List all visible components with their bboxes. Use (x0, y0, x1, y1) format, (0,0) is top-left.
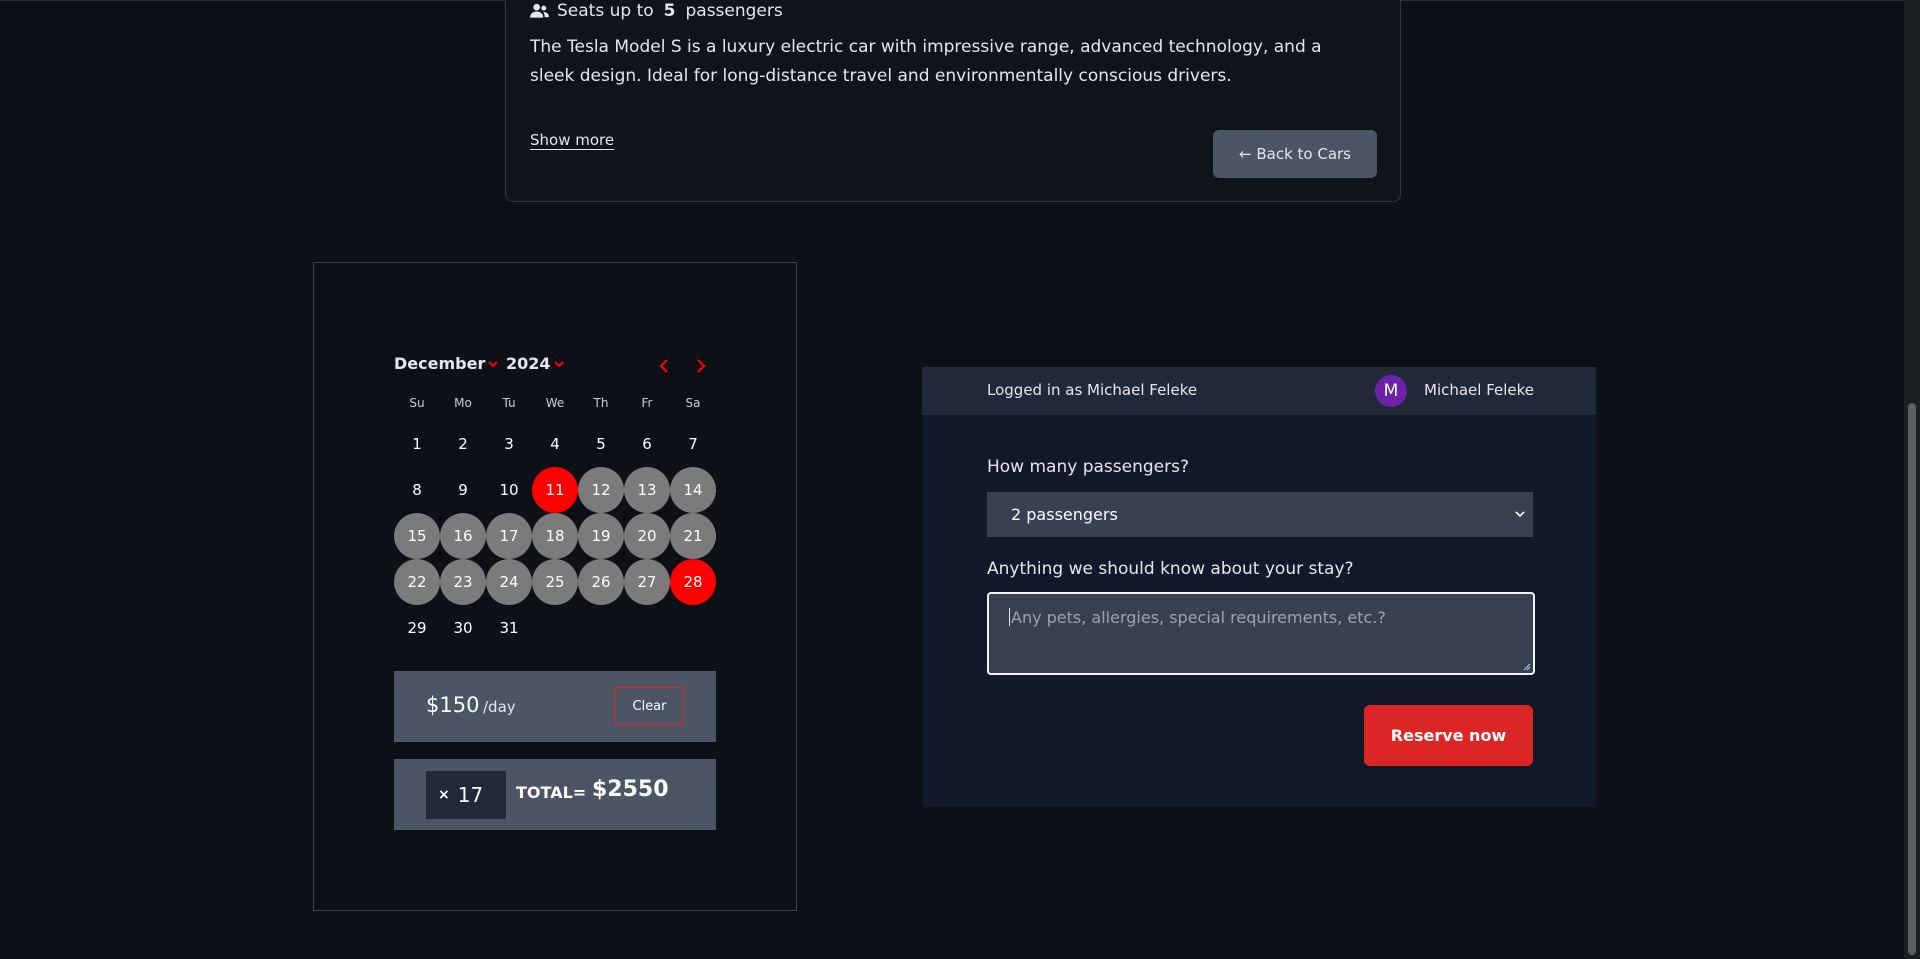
calendar-header: December 2024 (394, 354, 716, 378)
calendar-panel: December 2024 Su Mo Tu We Th Fr Sa 1 2 3 4 5 6 7 8 9 10… (313, 262, 797, 911)
calendar-day[interactable]: 21 (670, 513, 716, 559)
calendar-day[interactable]: 17 (486, 513, 532, 559)
notes-label: Anything we should know about your stay? (987, 559, 1354, 579)
calendar-day[interactable]: 11 (532, 467, 578, 513)
calendar-day[interactable]: 2 (440, 421, 486, 467)
calendar-day[interactable]: 6 (624, 421, 670, 467)
calendar-day[interactable]: 29 (394, 605, 440, 651)
weekday-label: Tu (502, 396, 516, 410)
year-select[interactable]: 2024 (506, 354, 565, 373)
weekday-label: Su (409, 396, 425, 410)
notes-textarea[interactable]: Any pets, allergies, special requirement… (987, 592, 1535, 675)
calendar-day[interactable]: 8 (394, 467, 440, 513)
passengers-label: How many passengers? (987, 457, 1189, 477)
calendar-day[interactable]: 26 (578, 559, 624, 605)
month-label: December (394, 354, 486, 373)
reservation-header: Logged in as Michael Feleke M Michael Fe… (922, 367, 1596, 415)
weekday-label: Sa (685, 396, 701, 410)
text-cursor (1009, 608, 1010, 626)
calendar-day[interactable]: 9 (440, 467, 486, 513)
scrollbar-thumb[interactable] (1908, 403, 1916, 955)
calendar-day[interactable]: 20 (624, 513, 670, 559)
calendar-day[interactable]: 25 (532, 559, 578, 605)
calendar-day[interactable]: 5 (578, 421, 624, 467)
seats-info: Seats up to 5 passengers (530, 1, 783, 21)
notes-placeholder: Any pets, allergies, special requirement… (1011, 608, 1386, 627)
calendar-day[interactable]: 12 (578, 467, 624, 513)
logged-in-text: Logged in as Michael Feleke (987, 381, 1198, 399)
month-select[interactable]: December (394, 354, 499, 373)
user-name: Michael Feleke (1424, 381, 1535, 399)
weekday-label: We (545, 396, 565, 410)
show-more-link[interactable]: Show more (530, 131, 614, 149)
users-icon (530, 3, 549, 18)
car-description: The Tesla Model S is a luxury electric c… (530, 37, 1322, 86)
calendar-day[interactable]: 22 (394, 559, 440, 605)
calendar-day[interactable]: 19 (578, 513, 624, 559)
days-count: × 17 (426, 771, 506, 819)
seats-count: 5 (663, 1, 676, 21)
passengers-value: 2 passengers (1011, 505, 1118, 524)
calendar-day[interactable]: 3 (486, 421, 532, 467)
calendar-day[interactable]: 13 (624, 467, 670, 513)
total-value: $2550 (592, 777, 669, 802)
chevron-down-icon (1515, 511, 1525, 518)
clear-dates-button[interactable]: Clear (615, 687, 684, 725)
total-box: × 17 TOTAL= $2550 (394, 759, 716, 830)
weekday-label: Mo (454, 396, 472, 410)
calendar-day[interactable]: 1 (394, 421, 440, 467)
calendar-day[interactable]: 23 (440, 559, 486, 605)
weekday-label: Th (593, 396, 609, 410)
year-label: 2024 (506, 354, 551, 373)
calendar-day[interactable]: 14 (670, 467, 716, 513)
calendar-day[interactable]: 15 (394, 513, 440, 559)
chevron-down-icon (488, 360, 499, 367)
chevron-left-icon (659, 359, 668, 373)
calendar-day[interactable]: 16 (440, 513, 486, 559)
prev-month-button[interactable] (654, 354, 674, 378)
calendar-day[interactable]: 24 (486, 559, 532, 605)
passengers-select[interactable]: 2 passengers (987, 492, 1533, 537)
reserve-now-button[interactable]: Reserve now (1364, 705, 1533, 766)
next-month-button[interactable] (691, 354, 711, 378)
calendar-day[interactable]: 27 (624, 559, 670, 605)
calendar-day[interactable]: 31 (486, 605, 532, 651)
per-day-label: /day (483, 698, 516, 716)
reservation-panel: Logged in as Michael Feleke M Michael Fe… (922, 367, 1596, 807)
car-details-card: Seats up to 5 passengers The Tesla Model… (505, 0, 1401, 202)
calendar-day[interactable]: 18 (532, 513, 578, 559)
multiply-symbol: × (438, 787, 450, 803)
total-label: TOTAL= (516, 783, 587, 802)
resize-handle-icon[interactable] (1523, 663, 1531, 671)
calendar-day[interactable]: 7 (670, 421, 716, 467)
seats-prefix: Seats up to (557, 1, 654, 21)
weekday-label: Fr (641, 396, 653, 410)
calendar-day[interactable]: 4 (532, 421, 578, 467)
chevron-down-icon (553, 360, 564, 367)
price-box: $150 /day Clear (394, 671, 716, 742)
calendar-day[interactable]: 28 (670, 559, 716, 605)
daily-price: $150 (426, 693, 480, 717)
avatar[interactable]: M (1375, 375, 1407, 407)
chevron-right-icon (697, 359, 706, 373)
days-number: 17 (457, 783, 484, 807)
page-scrollbar[interactable] (1904, 0, 1920, 959)
calendar-day[interactable]: 30 (440, 605, 486, 651)
back-to-cars-button[interactable]: ← Back to Cars (1213, 130, 1377, 178)
seats-suffix: passengers (685, 1, 783, 21)
calendar-day[interactable]: 10 (486, 467, 532, 513)
